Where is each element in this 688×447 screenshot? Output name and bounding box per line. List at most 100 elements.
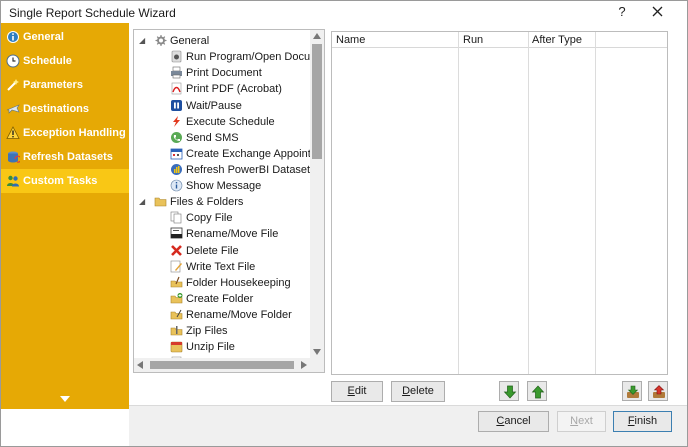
program-icon <box>171 50 182 63</box>
tree-item-label: Execute Schedule <box>186 115 275 128</box>
gear-icon <box>155 35 167 46</box>
title-bar: Single Report Schedule Wizard ? <box>1 1 687 23</box>
edit-button[interactable]: Edit <box>331 381 383 402</box>
sidebar-item-label: Parameters <box>23 79 83 91</box>
folder-icon <box>154 197 167 207</box>
message-icon <box>170 179 183 192</box>
arrow-down-icon <box>503 385 517 399</box>
tree-horizontal-scrollbar[interactable] <box>134 358 324 372</box>
window-title: Single Report Schedule Wizard <box>9 6 176 20</box>
sidebar-item-destinations[interactable]: Destinations <box>1 97 129 121</box>
pause-icon <box>171 99 182 111</box>
tree-item-label: Delete File <box>186 244 239 257</box>
cancel-button[interactable]: Cancel <box>478 411 549 432</box>
zip-icon <box>170 326 183 336</box>
tree-item-label: Write Text File <box>186 260 256 273</box>
tree-item-label: Refresh PowerBI Dataset <box>186 163 311 176</box>
wizard-window: Single Report Schedule Wizard ? General … <box>0 0 688 447</box>
tree-item-label: Unzip File <box>186 341 235 354</box>
tree-item-label: Wait/Pause <box>186 99 242 112</box>
sidebar-item-general[interactable]: General <box>1 25 129 49</box>
arrow-up-icon <box>531 385 545 399</box>
sidebar-item-label: Exception Handling <box>23 127 126 139</box>
tree-group-label: Files & Folders <box>170 196 244 209</box>
tree-item-label: Show Message <box>186 180 262 192</box>
tree-item-label: Create Exchange Appointment <box>186 147 325 160</box>
grid-header: Name Run After Type <box>332 32 667 48</box>
sidebar-item-label: Destinations <box>23 103 90 115</box>
finish-button[interactable]: Finish <box>613 411 672 432</box>
wizard-sidebar: General Schedule Parameters Destinations… <box>1 23 129 409</box>
unzip-icon <box>170 341 183 353</box>
tree-item-label: Folder Housekeeping <box>186 276 291 289</box>
calendar-icon <box>170 148 183 160</box>
grid-column-divider <box>458 32 459 374</box>
tree-item-label: Zip Files <box>186 325 228 337</box>
column-header-name[interactable]: Name <box>336 34 365 46</box>
warning-icon <box>6 126 20 139</box>
scroll-down-icon[interactable] <box>313 349 321 355</box>
custom-tasks-grid[interactable]: Name Run After Type <box>331 31 668 375</box>
tree-item-label: Send SMS <box>186 131 239 144</box>
sidebar-item-label: Schedule <box>23 55 72 67</box>
powerbi-icon <box>171 163 182 175</box>
sidebar-item-custom-tasks[interactable]: Custom Tasks <box>1 169 129 193</box>
move-down-button[interactable] <box>499 381 519 401</box>
rename-folder-icon <box>170 309 183 320</box>
clock-icon <box>6 54 20 68</box>
tree-vertical-scrollbar[interactable] <box>310 30 324 358</box>
database-icon <box>8 151 20 163</box>
column-header-after-type[interactable]: After Type <box>532 34 582 46</box>
sidebar-item-parameters[interactable]: Parameters <box>1 73 129 97</box>
sidebar-item-label: Refresh Datasets <box>23 151 113 163</box>
export-tasks-button[interactable] <box>648 381 668 401</box>
column-header-run[interactable]: Run <box>463 34 483 46</box>
sidebar-item-exception-handling[interactable]: Exception Handling <box>1 121 129 145</box>
scroll-left-icon[interactable] <box>137 361 143 369</box>
copy-file-icon <box>170 211 182 224</box>
tree-item-label: Print Document <box>186 67 262 80</box>
plane-icon <box>6 104 20 114</box>
delete-x-icon <box>171 244 182 256</box>
import-icon <box>627 385 639 398</box>
delete-button[interactable]: Delete <box>391 381 445 402</box>
people-icon <box>7 175 19 187</box>
close-button[interactable] <box>647 3 667 21</box>
tree-group-label: General <box>170 35 210 47</box>
tree-item-label: Run Program/Open Document <box>186 51 325 64</box>
pdf-icon <box>171 83 182 95</box>
sidebar-item-schedule[interactable]: Schedule <box>1 49 129 73</box>
scroll-up-icon[interactable] <box>313 33 321 39</box>
write-file-icon <box>170 260 182 272</box>
wand-icon <box>7 79 19 91</box>
move-up-button[interactable] <box>527 381 547 401</box>
sidebar-item-refresh-datasets[interactable]: Refresh Datasets <box>1 145 129 169</box>
rename-file-icon <box>170 227 183 239</box>
help-button[interactable]: ? <box>613 3 631 21</box>
sidebar-item-label: General <box>23 31 64 43</box>
housekeeping-icon <box>170 276 183 287</box>
chevron-down-icon[interactable] <box>59 395 71 403</box>
phone-icon <box>171 131 182 143</box>
tree-item-label: Create Folder <box>186 292 254 305</box>
scroll-thumb[interactable] <box>150 361 294 369</box>
tree-item-label: Print PDF (Acrobat) <box>186 83 282 96</box>
scroll-thumb[interactable] <box>312 44 322 159</box>
scroll-right-icon[interactable] <box>301 361 307 369</box>
grid-column-divider <box>528 32 529 374</box>
grid-column-divider <box>595 32 596 374</box>
task-tree[interactable]: ◢ General Run Program/Open Document Print D… <box>133 29 325 373</box>
tree-item-label: Rename/Move File <box>186 228 279 241</box>
import-tasks-button[interactable] <box>622 381 642 401</box>
printer-icon <box>171 66 182 79</box>
next-button[interactable]: Next <box>557 411 606 432</box>
export-icon <box>653 385 665 398</box>
create-folder-icon <box>170 292 183 304</box>
tree-item-label: Rename/Move Folder <box>186 308 292 321</box>
lightning-icon <box>173 115 180 127</box>
sidebar-item-label: Custom Tasks <box>23 175 98 187</box>
tree-expander-icon[interactable]: ◢ <box>139 37 147 45</box>
tree-expander-icon[interactable]: ◢ <box>139 198 147 206</box>
close-icon <box>652 6 662 17</box>
info-icon <box>7 31 19 43</box>
